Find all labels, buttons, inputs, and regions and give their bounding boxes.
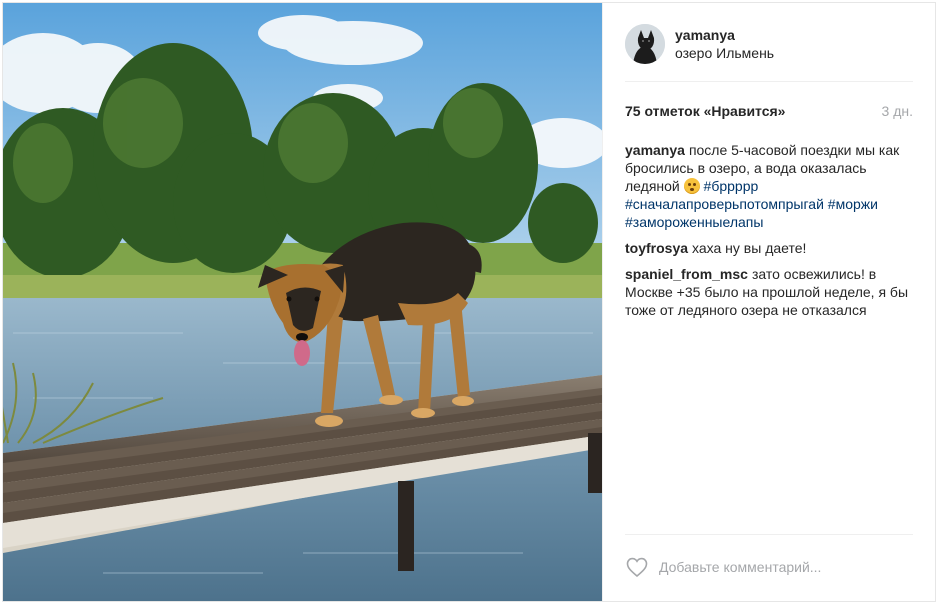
hashtag-link[interactable]: #бррррр xyxy=(704,178,759,194)
post-header: yamanya озеро Ильмень xyxy=(625,19,913,82)
caption: yamanya после 5-часовой поездки мы как бр… xyxy=(625,141,913,231)
comment-text: хаха ну вы даете! xyxy=(692,240,807,256)
hashtag-link[interactable]: #моржи xyxy=(828,196,878,212)
instagram-post: yamanya озеро Ильмень 75 отметок «Нравит… xyxy=(2,2,936,602)
caption-username[interactable]: yamanya xyxy=(625,142,685,158)
comment-username[interactable]: toyfrosya xyxy=(625,240,688,256)
comment-item: spaniel_from_msc зато освежились! в Москв… xyxy=(625,265,913,319)
comment-item: toyfrosya хаха ну вы даете! xyxy=(625,239,913,257)
heart-outline-icon[interactable] xyxy=(625,555,649,579)
hashtag-link[interactable]: #сначалапроверьпотомпрыгай xyxy=(625,196,824,212)
post-author-username[interactable]: yamanya xyxy=(675,27,735,43)
flushed-face-emoji-icon xyxy=(683,178,700,194)
post-location[interactable]: озеро Ильмень xyxy=(675,45,774,61)
comment-username[interactable]: spaniel_from_msc xyxy=(625,266,748,282)
comment-input[interactable] xyxy=(659,555,919,579)
avatar[interactable] xyxy=(625,24,665,64)
post-timestamp[interactable]: 3 дн. xyxy=(882,103,913,119)
post-sidebar: yamanya озеро Ильмень 75 отметок «Нравит… xyxy=(603,3,935,601)
likes-count[interactable]: 75 отметок «Нравится» xyxy=(625,103,785,119)
post-photo[interactable] xyxy=(3,3,603,601)
comments-list: yamanya после 5-часовой поездки мы как бр… xyxy=(625,141,913,327)
hashtag-link[interactable]: #замороженныелапы xyxy=(625,214,763,230)
post-meta: 75 отметок «Нравится» 3 дн. xyxy=(625,103,913,123)
add-comment-bar xyxy=(625,534,919,585)
